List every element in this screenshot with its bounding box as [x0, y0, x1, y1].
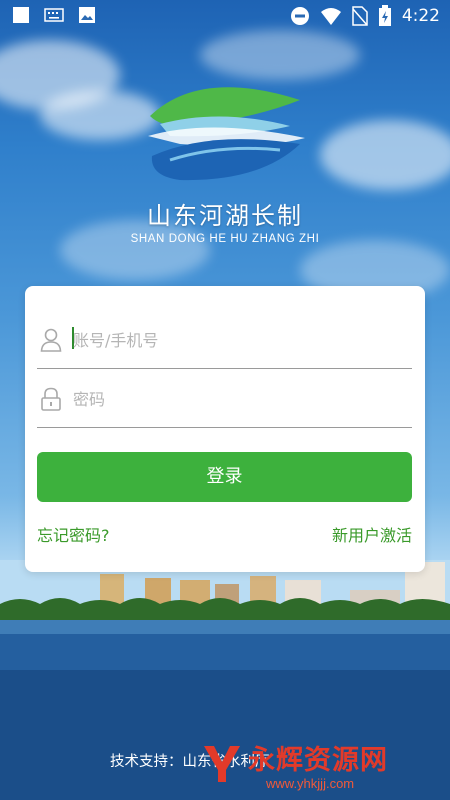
- account-input[interactable]: [71, 322, 405, 358]
- app-subtitle: SHAN DONG HE HU ZHANG ZHI: [130, 233, 320, 245]
- login-card: 登录 忘记密码? 新用户激活: [25, 286, 425, 572]
- watermark-url: www.yhkjjj.com: [266, 776, 355, 791]
- watermark-text: 永辉资源网: [248, 745, 388, 776]
- wifi-icon: [320, 8, 341, 25]
- user-icon: [40, 328, 62, 352]
- battery-charging-icon: [378, 5, 391, 26]
- forgot-password-link[interactable]: 忘记密码?: [37, 522, 110, 546]
- account-field: [37, 310, 412, 369]
- keyboard-icon: [44, 8, 64, 22]
- activate-account-link[interactable]: 新用户激活: [332, 522, 412, 546]
- status-bar: 4:22: [0, 0, 450, 32]
- no-sim-icon: [352, 6, 368, 26]
- password-field: [37, 369, 412, 428]
- app-logo: [148, 87, 305, 181]
- square-notification-icon: [13, 7, 29, 23]
- password-input[interactable]: [71, 381, 405, 417]
- login-button[interactable]: 登录: [37, 452, 412, 502]
- app-title: 山东河湖长制: [147, 202, 303, 230]
- do-not-disturb-icon: [290, 7, 309, 25]
- sky-cloud: [320, 120, 450, 190]
- lock-icon: [41, 387, 61, 411]
- image-icon: [79, 7, 95, 23]
- watermark-logo: 永辉资源网 www.yhkjjj.com: [200, 738, 450, 800]
- watermark-emblem-icon: [204, 746, 240, 782]
- sky-cloud: [200, 30, 360, 80]
- status-time: 4:22: [401, 6, 440, 26]
